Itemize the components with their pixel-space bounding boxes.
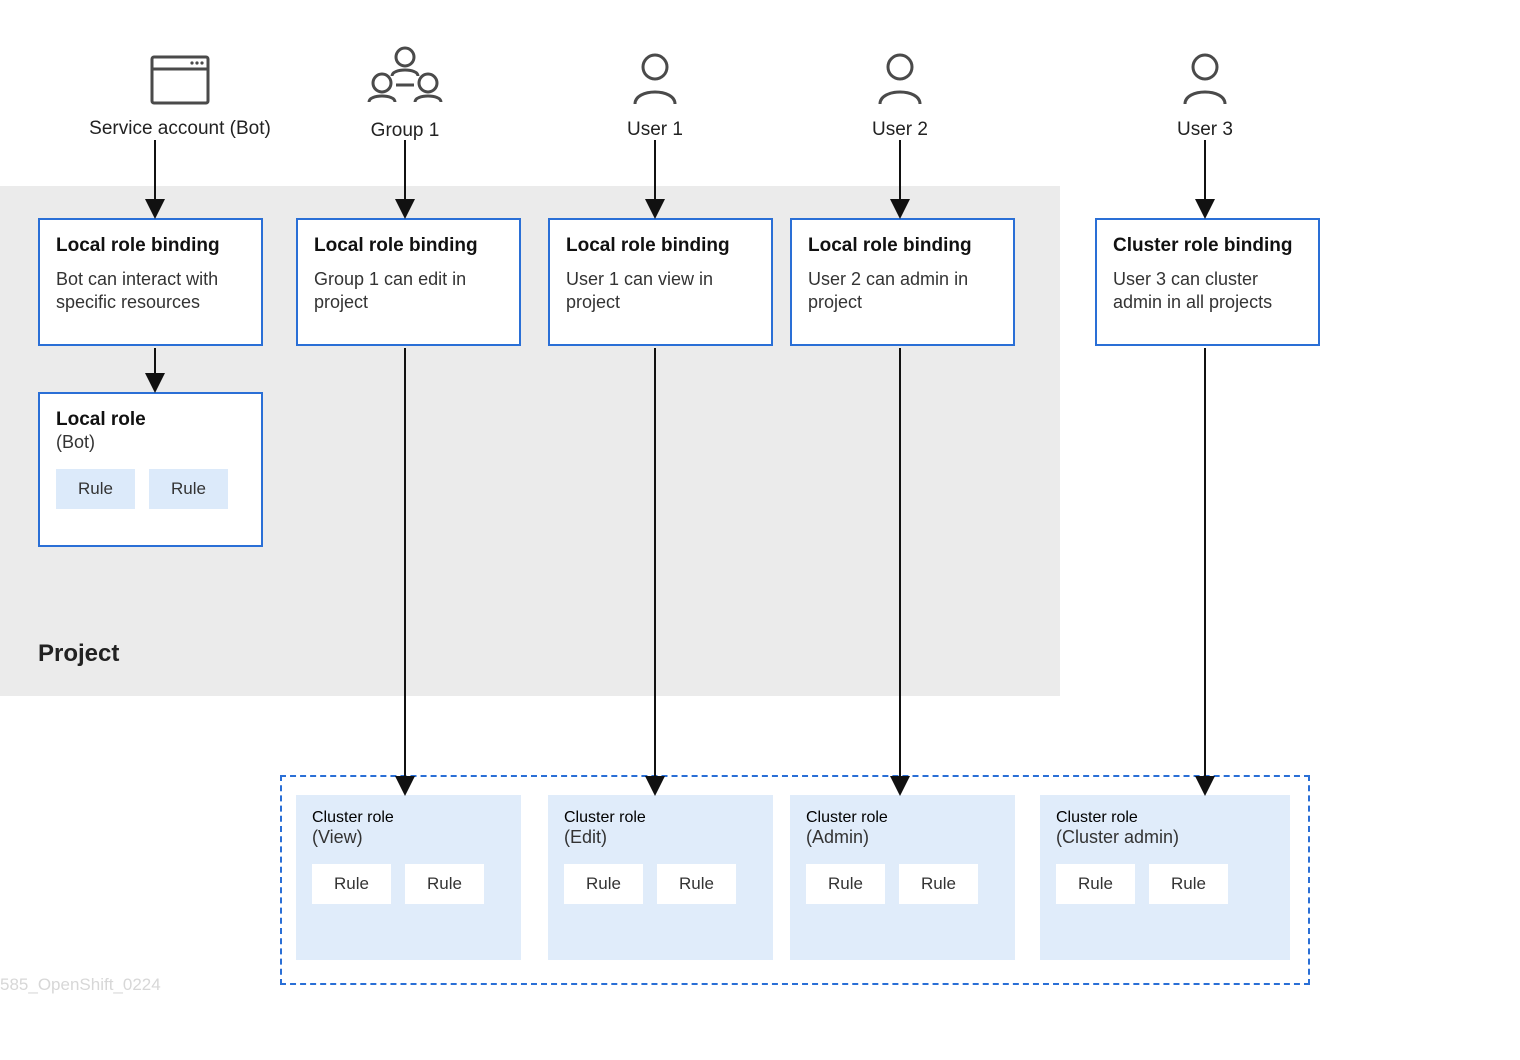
watermark: 585_OpenShift_0224 (0, 975, 161, 995)
arrows (0, 0, 1520, 1060)
